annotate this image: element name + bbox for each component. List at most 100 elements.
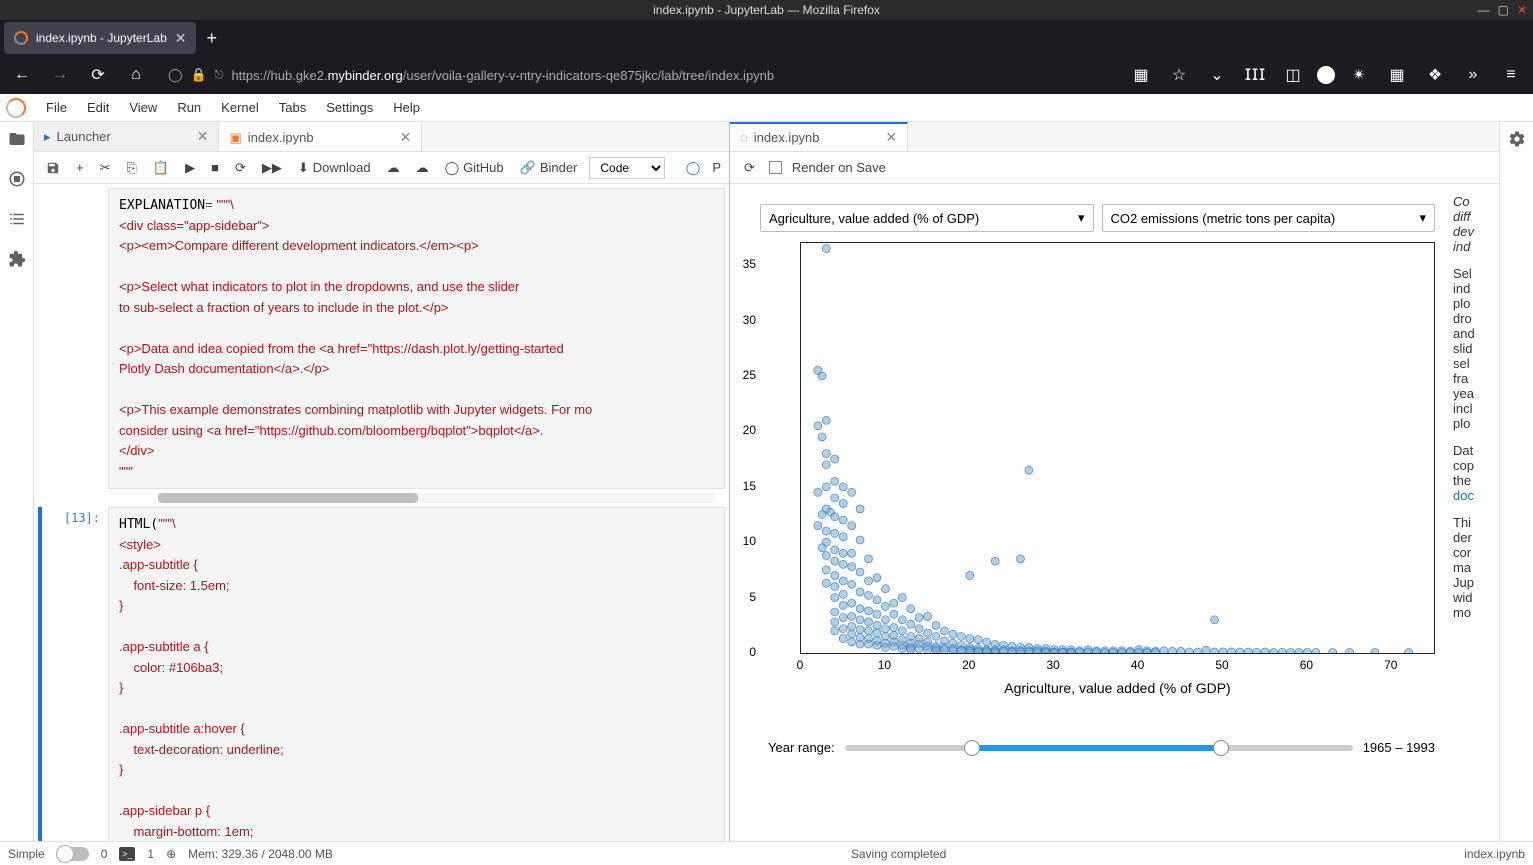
download-button[interactable]: ⬇Download — [294, 160, 375, 176]
cell-editor[interactable]: EXPLANATION= """\ <div class="app-sideba… — [108, 188, 725, 489]
forward-button[interactable]: → — [46, 61, 74, 89]
tab-close-icon[interactable]: ✕ — [197, 128, 209, 145]
close-icon[interactable]: ✕ — [1517, 3, 1527, 17]
cut-button[interactable]: ✂ — [96, 160, 115, 176]
bookmark-icon[interactable]: ☆ — [1165, 61, 1193, 89]
notebook-content[interactable]: EXPLANATION= """\ <div class="app-sideba… — [34, 184, 729, 841]
toc-icon[interactable] — [8, 210, 26, 228]
slider-value: 1965 – 1993 — [1363, 740, 1435, 755]
binder-button[interactable]: 🔗Binder — [516, 160, 582, 176]
y-indicator-select[interactable]: CO2 emissions (metric tons per capita)▾ — [1102, 204, 1436, 232]
menu-kernel[interactable]: Kernel — [211, 100, 269, 115]
overflow-icon[interactable]: » — [1459, 61, 1487, 89]
library-icon[interactable]: 𝖨𝖨𝖨 — [1241, 61, 1269, 89]
github-button[interactable]: ◯GitHub — [441, 160, 508, 176]
slider-thumb-end[interactable] — [1213, 740, 1229, 756]
save-button[interactable] — [42, 161, 64, 175]
tab-close-icon[interactable]: ✕ — [400, 129, 412, 146]
profile-icon[interactable] — [1317, 66, 1335, 84]
ext2-icon[interactable]: ▦ — [1383, 61, 1411, 89]
permission-icon[interactable]: ⎋ — [215, 69, 224, 82]
lock-icon[interactable]: 🔒 — [191, 67, 207, 83]
kernel-icon[interactable]: ⊕ — [166, 847, 176, 861]
running-icon[interactable] — [8, 170, 26, 188]
cell-prompt: [13]: — [42, 507, 108, 841]
horizontal-scrollbar[interactable] — [158, 493, 715, 503]
run-button[interactable]: ▶ — [181, 160, 199, 176]
pocket-icon[interactable]: ⌄ — [1203, 61, 1231, 89]
menu-tabs[interactable]: Tabs — [269, 100, 316, 115]
kernel-status-icon[interactable]: ◯ — [682, 160, 705, 176]
celltype-select[interactable]: Code — [589, 157, 665, 179]
code-cell[interactable]: EXPLANATION= """\ <div class="app-sideba… — [38, 188, 725, 489]
voila-output: Agriculture, value added (% of GDP)▾ CO2… — [730, 184, 1449, 841]
cell-editor[interactable]: HTML("""\ <style> .app-subtitle { font-s… — [108, 507, 725, 841]
launcher-icon: ▸ — [44, 129, 51, 145]
maximize-icon[interactable]: ▢ — [1498, 3, 1509, 17]
folder-icon[interactable] — [8, 130, 26, 148]
slider-thumb-start[interactable] — [964, 740, 980, 756]
code-cell[interactable]: [13]: HTML("""\ <style> .app-subtitle { … — [38, 507, 725, 841]
sidebar-icon[interactable]: ◫ — [1279, 61, 1307, 89]
extensions-icon[interactable] — [8, 250, 26, 268]
restart-button[interactable]: ⟳ — [231, 160, 250, 176]
new-tab-button[interactable]: + — [206, 28, 217, 49]
scatter-points — [801, 243, 1434, 653]
terminal-icon[interactable]: >_ — [119, 847, 135, 861]
minimize-icon[interactable]: — — [1478, 3, 1490, 17]
os-titlebar: index.ipynb - JupyterLab — Mozilla Firef… — [0, 0, 1533, 20]
right-sidebar — [1499, 122, 1533, 841]
x-axis-label: Agriculture, value added (% of GDP) — [800, 680, 1435, 696]
notebook-tabs: ▸ Launcher ✕ ▣ index.ipynb ✕ — [34, 122, 729, 152]
cloud-download-icon[interactable]: ☁ — [383, 160, 404, 176]
tab-launcher[interactable]: ▸ Launcher ✕ — [34, 122, 219, 151]
tab-close-icon[interactable]: ✕ — [886, 129, 898, 146]
x-indicator-select[interactable]: Agriculture, value added (% of GDP)▾ — [760, 204, 1094, 232]
copy-button[interactable]: ⎘ — [123, 160, 141, 176]
home-button[interactable]: ⌂ — [122, 61, 150, 89]
window-title: index.ipynb - JupyterLab — Mozilla Firef… — [653, 3, 880, 17]
tab-close-icon[interactable]: ✕ — [175, 30, 187, 47]
menu-settings[interactable]: Settings — [316, 100, 383, 115]
hamburger-icon[interactable]: ≡ — [1497, 61, 1525, 89]
run-all-button[interactable]: ▶▶ — [258, 160, 286, 176]
menu-view[interactable]: View — [119, 100, 167, 115]
mode-label: Simple — [8, 847, 45, 861]
ext3-icon[interactable]: ❖ — [1421, 61, 1449, 89]
menu-run[interactable]: Run — [167, 100, 211, 115]
reload-button[interactable]: ⟳ — [84, 61, 112, 89]
notebook-icon: ▣ — [229, 130, 241, 146]
scatter-chart: CO2 emissions (metric tons per capita) 0… — [760, 242, 1435, 696]
shield-icon[interactable]: ◯ — [168, 67, 183, 83]
toolbar-right: ▦ ☆ ⌄ 𝖨𝖨𝖨 ◫ ✴ ▦ ❖ » ≡ — [1127, 61, 1525, 89]
apps-icon[interactable]: ▦ — [1127, 61, 1155, 89]
browser-tab-title: index.ipynb - JupyterLab — [36, 31, 167, 45]
back-button[interactable]: ← — [8, 61, 36, 89]
menu-edit[interactable]: Edit — [77, 100, 119, 115]
tab-notebook[interactable]: ▣ index.ipynb ✕ — [219, 122, 422, 151]
chevron-down-icon: ▾ — [1078, 210, 1085, 226]
ext1-icon[interactable]: ✴ — [1345, 61, 1373, 89]
notebook-pane: ▸ Launcher ✕ ▣ index.ipynb ✕ + ✂ ⎘ 📋 — [34, 122, 730, 841]
tab-voila[interactable]: ◌ index.ipynb ✕ — [730, 122, 908, 151]
year-range-slider[interactable] — [845, 745, 1353, 751]
voila-reload-button[interactable]: ⟳ — [740, 160, 759, 176]
paste-button[interactable]: 📋 — [149, 160, 173, 176]
render-on-save-checkbox[interactable] — [769, 161, 782, 174]
voila-pane: ◌ index.ipynb ✕ ⟳ Render on Save Agricul… — [730, 122, 1499, 841]
menu-file[interactable]: File — [36, 100, 77, 115]
cloud-upload-icon[interactable]: ☁ — [412, 160, 433, 176]
kernel-name: P — [712, 160, 721, 175]
status-bar: Simple 0 >_ 1 ⊕ Mem: 329.36 / 2048.00 MB… — [0, 841, 1533, 865]
menu-help[interactable]: Help — [383, 100, 430, 115]
simple-toggle[interactable] — [57, 847, 89, 861]
cell-prompt — [42, 188, 108, 489]
browser-tab[interactable]: index.ipynb - JupyterLab ✕ — [4, 22, 196, 54]
jupyter-logo-icon[interactable] — [6, 98, 26, 118]
property-inspector-icon[interactable] — [1508, 130, 1526, 148]
voila-icon: ◌ — [740, 130, 748, 145]
url-bar[interactable]: ◯ 🔒 ⎋ https://hub.gke2.mybinder.org/user… — [160, 60, 1117, 90]
year-slider-row: Year range: 1965 – 1993 — [768, 740, 1435, 755]
stop-button[interactable]: ■ — [207, 160, 223, 175]
add-cell-button[interactable]: + — [72, 160, 88, 175]
